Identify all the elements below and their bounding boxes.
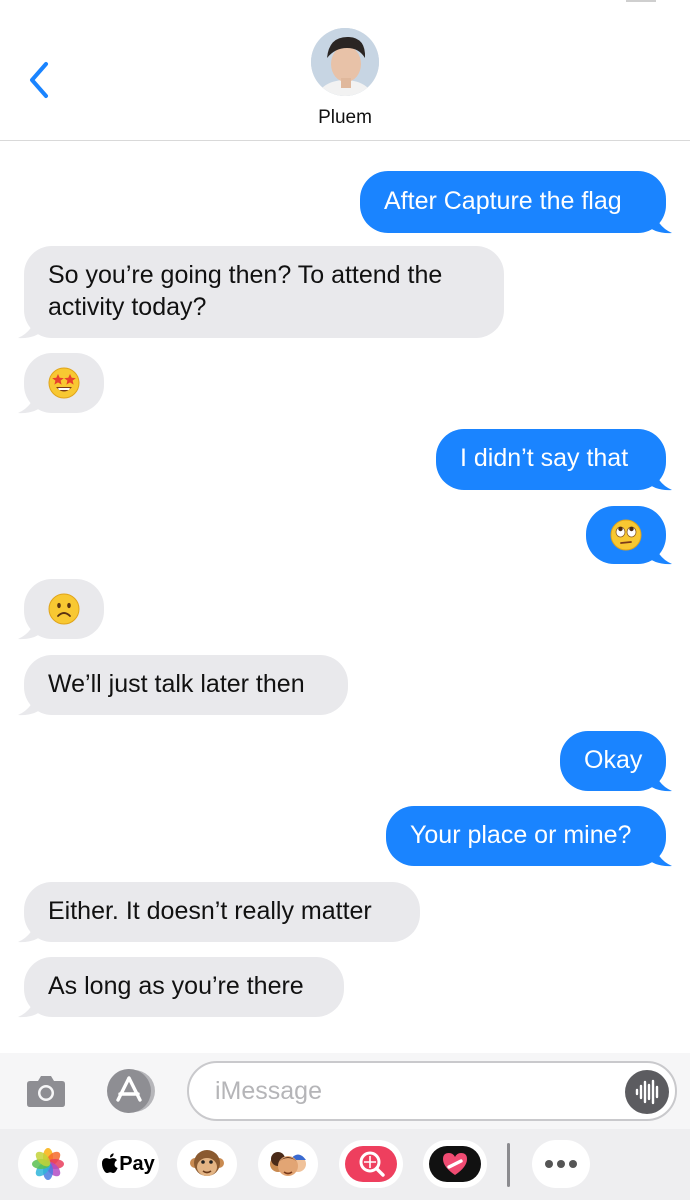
back-chevron-icon[interactable] — [24, 58, 58, 102]
message-row — [0, 506, 690, 565]
waveform-icon — [635, 1079, 659, 1105]
memoji-stickers-button[interactable] — [258, 1140, 318, 1188]
monkey-animoji-icon — [190, 1150, 224, 1176]
photos-icon — [32, 1148, 64, 1180]
message-composer: iMessage — [0, 1053, 690, 1129]
message-row: Your place or mine? — [0, 806, 690, 867]
bubble-tail — [646, 465, 672, 491]
message-row: As long as you’re there — [0, 957, 690, 1018]
star-struck-face-icon — [48, 367, 80, 399]
digital-touch-icon — [429, 1146, 481, 1182]
camera-icon[interactable] — [24, 1069, 68, 1113]
message-text: Your place or mine? — [410, 821, 632, 849]
image-search-button[interactable] — [339, 1140, 403, 1188]
bubble-tail — [18, 992, 44, 1018]
image-search-icon — [345, 1146, 397, 1182]
incoming-bubble[interactable]: So you’re going then? To attend the acti… — [24, 246, 504, 338]
conversation-header: Pluem — [0, 0, 690, 141]
bubble-tail — [646, 539, 672, 565]
incoming-bubble[interactable]: We’ll just talk later then — [24, 655, 348, 715]
tray-divider — [507, 1143, 510, 1187]
memoji-stickers-icon — [270, 1152, 306, 1176]
incoming-bubble[interactable]: Either. It doesn’t really matter — [24, 882, 420, 942]
message-text: I didn’t say that — [460, 444, 629, 472]
apple-pay-button[interactable]: Pay — [97, 1140, 159, 1188]
message-row: After Capture the flag — [0, 171, 690, 234]
message-text: Either. It doesn’t really matter — [48, 897, 372, 925]
frowning-face-icon — [48, 593, 80, 625]
bubble-tail — [18, 313, 44, 339]
animoji-app-button[interactable] — [177, 1140, 237, 1188]
incoming-bubble[interactable]: As long as you’re there — [24, 957, 344, 1017]
message-text: As long as you’re there — [48, 972, 304, 1000]
message-row: I didn’t say that — [0, 429, 690, 491]
audio-message-button[interactable] — [625, 1070, 669, 1114]
bubble-tail — [646, 841, 672, 867]
bubble-tail — [18, 917, 44, 943]
status-indicator — [626, 0, 656, 2]
eye-roll-face-icon — [610, 519, 642, 551]
bubble-tail — [646, 766, 672, 792]
outgoing-bubble[interactable]: After Capture the flag — [360, 171, 666, 233]
message-input[interactable]: iMessage — [187, 1061, 677, 1121]
message-text: After Capture the flag — [384, 187, 622, 215]
more-icon — [545, 1160, 577, 1168]
app-store-icon[interactable] — [103, 1067, 159, 1115]
apple-pay-label: Pay — [119, 1152, 155, 1175]
more-apps-button[interactable] — [532, 1140, 590, 1188]
outgoing-bubble[interactable]: Your place or mine? — [386, 806, 666, 866]
apple-logo-icon — [102, 1153, 118, 1173]
message-row: Either. It doesn’t really matter — [0, 882, 690, 943]
bubble-tail — [646, 208, 672, 234]
message-text: So you’re going then? To attend the acti… — [48, 261, 443, 321]
message-text: We’ll just talk later then — [48, 670, 305, 698]
contact-name[interactable]: Pluem — [0, 107, 690, 129]
bubble-tail — [18, 690, 44, 716]
app-drawer: Pay — [0, 1129, 690, 1200]
message-text: Okay — [584, 746, 643, 774]
outgoing-bubble[interactable]: I didn’t say that — [436, 429, 666, 490]
message-input-placeholder: iMessage — [215, 1077, 322, 1105]
message-row — [0, 579, 690, 640]
contact-avatar[interactable] — [311, 28, 379, 96]
digital-touch-button[interactable] — [423, 1140, 487, 1188]
message-row: Okay — [0, 731, 690, 792]
bubble-tail — [18, 388, 44, 414]
message-row — [0, 353, 690, 414]
message-row: We’ll just talk later then — [0, 655, 690, 716]
bubble-tail — [18, 614, 44, 640]
message-row: So you’re going then? To attend the acti… — [0, 246, 690, 339]
photos-app-button[interactable] — [18, 1140, 78, 1188]
